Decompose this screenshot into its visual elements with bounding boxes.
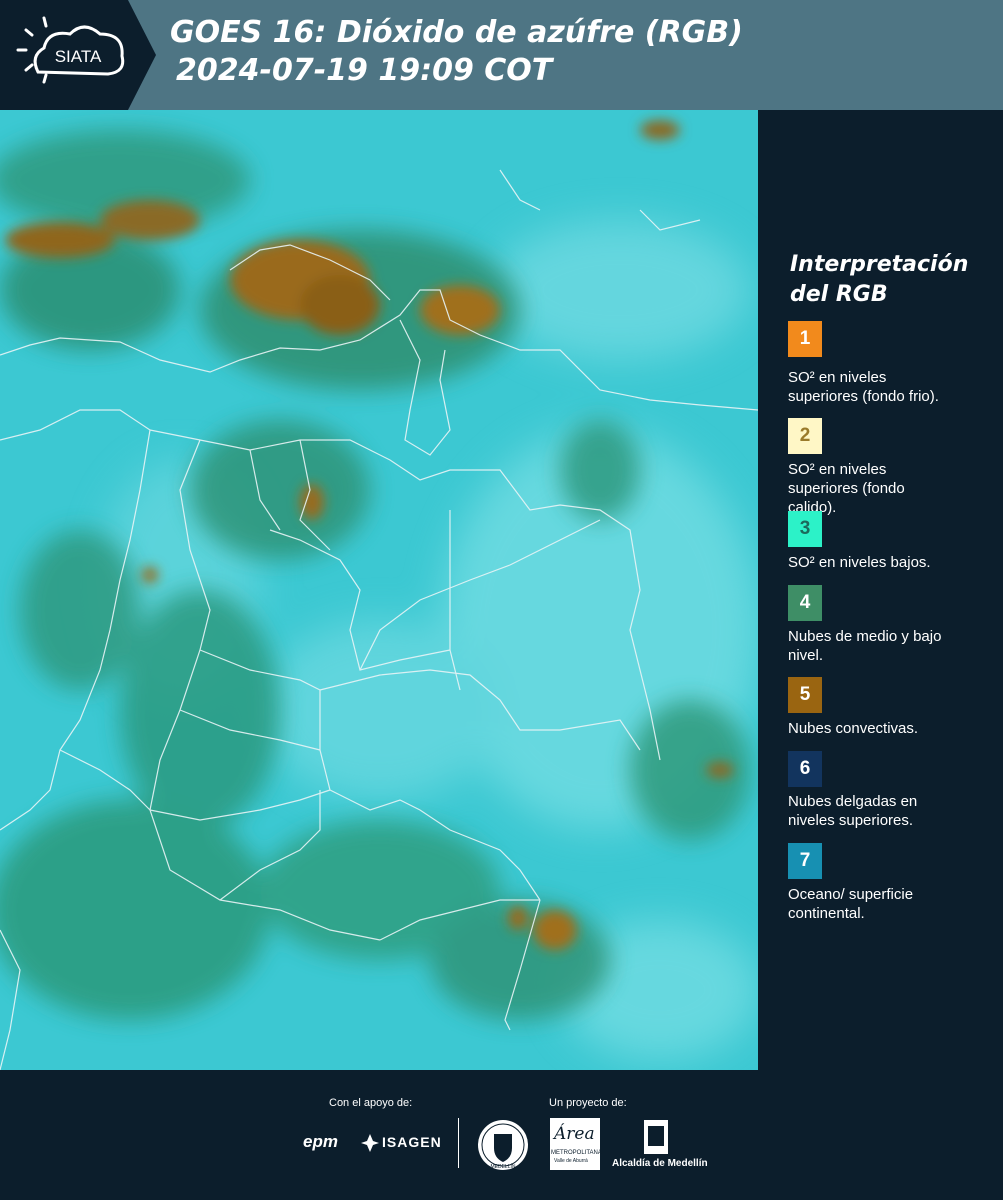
title-timestamp: 2024-07-19 19:09 COT	[176, 53, 553, 88]
legend-swatch-2: 2	[788, 418, 822, 454]
siata-logo: SIATA	[0, 0, 156, 110]
legend-text-3: SO² en niveles bajos.	[788, 554, 931, 571]
footer-divider	[458, 1118, 459, 1168]
area-metropolitana-logo: Área METROPOLITANA Valle de Aburrá	[550, 1118, 602, 1170]
legend-swatch-6: 6	[788, 751, 822, 787]
satellite-imagery	[0, 110, 758, 1070]
legend-text-7: Oceano/ superficie continental.	[788, 886, 914, 922]
support-label: Con el apoyo de:	[329, 1097, 413, 1109]
siata-logo-graphic: SIATA	[0, 0, 156, 110]
legend-panel: Interpretación del RGB 1 SO² en niveles s…	[760, 110, 1003, 1070]
medellin-seal-logo: MEDELLÍN	[478, 1120, 528, 1170]
legend-text-4: Nubes de medio y bajo nivel.	[788, 628, 942, 664]
alcaldia-medellin-logo: Alcaldía de Medellín	[612, 1118, 708, 1169]
isagen-icon	[361, 1134, 379, 1152]
title-line1: GOES 16: Dióxido de azúfre (RGB)	[170, 15, 743, 50]
legend-text-5: Nubes convectivas.	[788, 720, 919, 737]
satellite-map	[0, 110, 758, 1070]
header-bar: SIATA GOES 16: Dióxido de azúfre (RGB) 2…	[0, 0, 1003, 110]
legend-swatch-7: 7	[788, 843, 822, 879]
page-title: GOES 16: Dióxido de azúfre (RGB) 2024-07…	[170, 14, 743, 90]
legend-title: Interpretación del RGB	[790, 252, 969, 307]
footer: Con el apoyo de: Un proyecto de: epm ISA…	[0, 1070, 1003, 1200]
legend-text-6: Nubes delgadas en niveles superiores.	[788, 793, 918, 829]
legend-text-1: SO² en niveles superiores (fondo frio).	[788, 369, 939, 405]
legend-swatch-1: 1	[788, 321, 822, 357]
siata-logo-text: SIATA	[55, 47, 102, 66]
legend-swatch-3: 3	[788, 511, 822, 547]
legend-text-2: SO² en niveles superiores (fondo calido).	[788, 461, 905, 516]
legend-swatch-4: 4	[788, 585, 822, 621]
legend-swatch-5: 5	[788, 677, 822, 713]
project-label: Un proyecto de:	[549, 1097, 627, 1109]
epm-logo: epm	[303, 1132, 338, 1151]
svg-text:MEDELLÍN: MEDELLÍN	[490, 1163, 515, 1170]
alcaldia-shield-icon	[644, 1120, 668, 1154]
